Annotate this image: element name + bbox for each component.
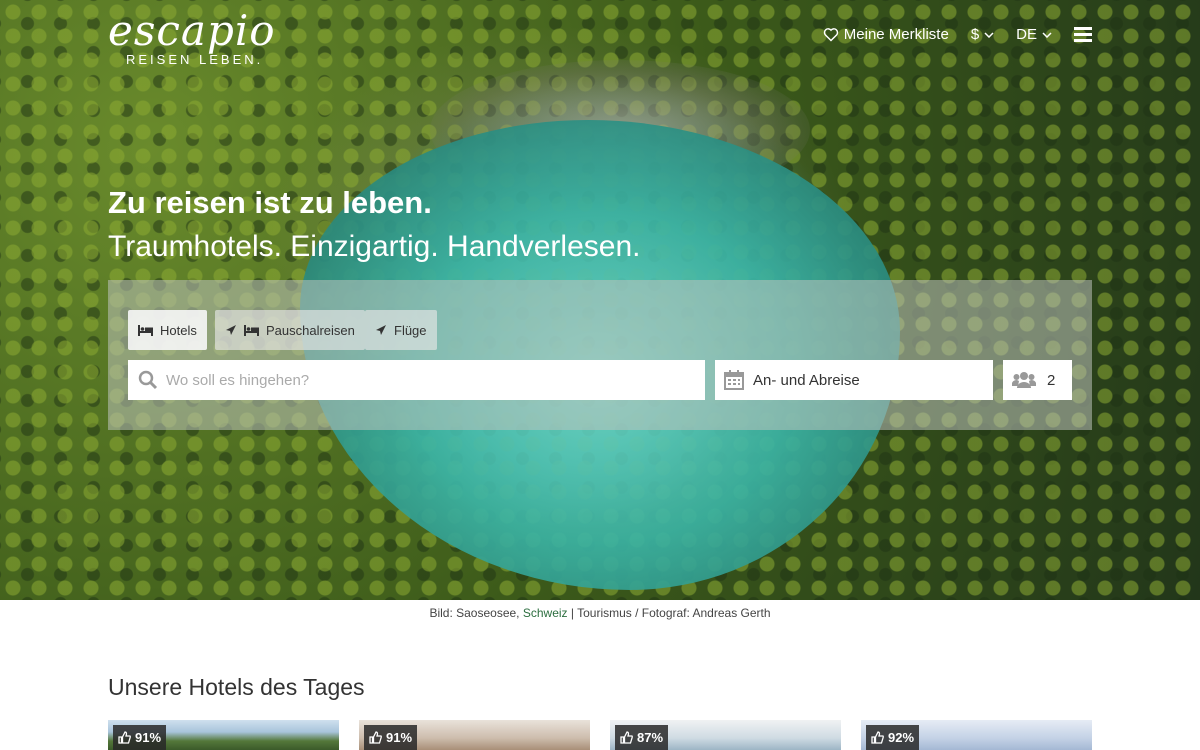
hero-subline: Traumhotels. Einzigartig. Handverlesen. — [108, 230, 641, 263]
dates-field[interactable]: An- und Abreise — [715, 360, 993, 400]
guests-count: 2 — [1047, 371, 1056, 389]
tab-pauschalreisen[interactable]: Pauschalreisen — [215, 310, 365, 350]
thumbs-up-icon — [620, 731, 633, 744]
language-value: DE — [1016, 26, 1037, 43]
bed-icon — [244, 324, 259, 336]
calendar-icon — [724, 370, 744, 390]
rating-badge: 92% — [866, 725, 920, 750]
tab-fluege[interactable]: Flüge — [365, 310, 437, 350]
top-navigation: Meine Merkliste $ DE — [823, 26, 1092, 43]
destination-input[interactable] — [166, 371, 686, 389]
dates-label: An- und Abreise — [753, 371, 860, 389]
logo-tagline: REISEN LEBEN. — [126, 52, 264, 67]
tab-hotels-label: Hotels — [160, 322, 197, 338]
guests-field[interactable]: 2 — [1003, 360, 1072, 400]
menu-button[interactable] — [1074, 27, 1092, 42]
rating-badge: 91% — [113, 725, 167, 750]
chevron-down-icon — [1042, 31, 1052, 38]
destination-field[interactable] — [128, 360, 705, 400]
hotel-card[interactable]: 87% — [610, 720, 841, 750]
plane-icon — [226, 325, 236, 335]
caption-prefix: Bild: Saoseosee, — [429, 606, 520, 620]
wishlist-link[interactable]: Meine Merkliste — [823, 26, 949, 43]
thumbs-up-icon — [369, 731, 382, 744]
language-selector[interactable]: DE — [1016, 26, 1052, 43]
tab-hotels[interactable]: Hotels — [128, 310, 207, 350]
currency-selector[interactable]: $ — [971, 26, 994, 43]
thumbs-up-icon — [118, 731, 131, 744]
users-icon — [1012, 372, 1036, 388]
hotel-card[interactable]: 91% — [108, 720, 339, 750]
chevron-down-icon — [984, 31, 994, 38]
tab-pauschalreisen-label: Pauschalreisen — [266, 322, 355, 338]
hotel-card[interactable]: 91% — [359, 720, 590, 750]
search-icon — [138, 370, 158, 390]
rating-value: 87% — [637, 730, 664, 745]
hamburger-menu-icon — [1074, 27, 1092, 42]
rating-value: 92% — [888, 730, 915, 745]
tab-fluege-label: Flüge — [394, 322, 427, 338]
hotel-card[interactable]: 92% — [861, 720, 1092, 750]
caption-link[interactable]: Schweiz — [523, 606, 568, 620]
plane-icon — [376, 325, 386, 335]
rating-value: 91% — [135, 730, 162, 745]
hero-headline: Zu reisen ist zu leben. — [108, 185, 432, 220]
thumbs-up-icon — [871, 731, 884, 744]
caption-suffix: | Tourismus / Fotograf: Andreas Gerth — [570, 606, 771, 620]
section-title: Unsere Hotels des Tages — [108, 674, 365, 700]
photo-caption: Bild: Saoseosee, Schweiz | Tourismus / F… — [0, 606, 1200, 620]
search-panel: Hotels Pauschalreisen Flüge An- und Abre… — [108, 280, 1092, 430]
rating-badge: 87% — [615, 725, 669, 750]
rating-value: 91% — [386, 730, 413, 745]
logo-wordmark: escapio — [108, 6, 276, 55]
bed-icon — [138, 324, 153, 336]
logo[interactable]: escapio REISEN LEBEN. — [108, 6, 276, 68]
currency-value: $ — [970, 26, 980, 43]
hero-image: escapio REISEN LEBEN. Meine Merkliste $ … — [0, 0, 1200, 600]
heart-icon — [823, 28, 838, 42]
wishlist-label: Meine Merkliste — [843, 26, 949, 43]
rating-badge: 91% — [364, 725, 418, 750]
